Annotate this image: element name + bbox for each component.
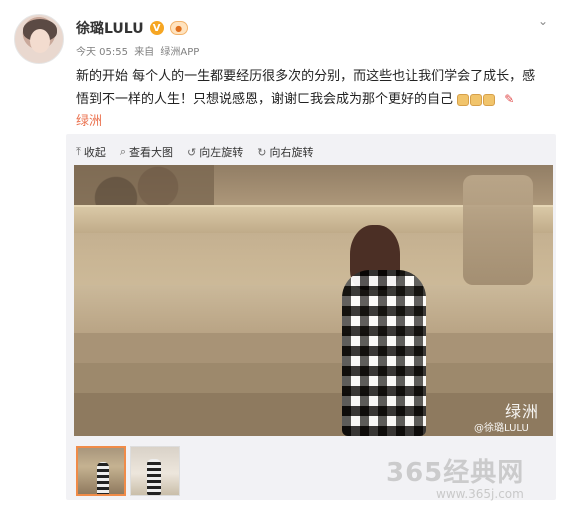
- avatar-face: [30, 29, 50, 53]
- username[interactable]: 徐璐LULU: [76, 18, 144, 38]
- site-url: www.365j.com: [436, 487, 524, 501]
- clap-emoji-icon: [483, 93, 496, 106]
- post-time[interactable]: 今天 05:55: [76, 47, 128, 58]
- image-toolbar: ⤒ 收起 ⌕ 查看大图 ↺ 向左旋转 ↻ 向右旋转: [76, 144, 313, 160]
- photo-user-watermark: @徐璐LULU: [474, 423, 529, 434]
- pen-icon: ✎: [504, 92, 515, 106]
- site-watermark: 365经典网: [386, 458, 525, 488]
- rotate-left-label: 向左旋转: [199, 146, 244, 159]
- collapse-button[interactable]: ⤒ 收起: [76, 144, 106, 160]
- woman-plaid-coat: [342, 270, 426, 436]
- clap-emoji-icon: [457, 93, 470, 106]
- post-text: 新的开始 每个人的一生都要经历很多次的分别，而这些也让我们学会了成长，感悟到不一…: [76, 66, 548, 111]
- avatar[interactable]: [14, 14, 64, 64]
- source-tag[interactable]: 绿洲: [76, 110, 102, 129]
- rotate-right-button[interactable]: ↻ 向右旋转: [257, 144, 313, 160]
- source-prefix: 来自: [134, 47, 155, 58]
- view-large-button[interactable]: ⌕ 查看大图: [120, 144, 173, 160]
- view-large-label: 查看大图: [129, 146, 174, 159]
- rotate-right-icon: ↻: [257, 145, 267, 159]
- rotate-left-icon: ↺: [187, 145, 197, 159]
- user-line: 徐璐LULU V ●: [76, 18, 188, 38]
- clap-emoji-icon: [470, 93, 483, 106]
- thumbnail-figure: [147, 459, 161, 495]
- main-photo[interactable]: [74, 165, 553, 436]
- search-icon: ⌕: [119, 145, 127, 158]
- collapse-label: 收起: [83, 146, 106, 159]
- chevron-down-icon[interactable]: ⌄: [538, 15, 552, 27]
- thumbnail-2[interactable]: [130, 446, 180, 496]
- post-meta: 今天 05:55 来自 绿洲APP: [76, 43, 202, 58]
- collapse-icon: ⤒: [76, 145, 81, 158]
- stone-step: [74, 333, 553, 363]
- stone-step: [74, 363, 553, 393]
- member-badge-icon[interactable]: ●: [169, 21, 188, 35]
- fountain-basin: [74, 285, 553, 333]
- verified-badge-icon: V: [149, 21, 164, 35]
- rotate-right-label: 向右旋转: [269, 146, 314, 159]
- thumbnail-figure: [97, 462, 109, 494]
- emoji-row: [457, 93, 496, 106]
- rotate-left-button[interactable]: ↺ 向左旋转: [187, 144, 243, 160]
- thumbnail-1[interactable]: [76, 446, 126, 496]
- fountain-sculpture: [463, 175, 533, 285]
- source-app[interactable]: 绿洲APP: [160, 47, 199, 58]
